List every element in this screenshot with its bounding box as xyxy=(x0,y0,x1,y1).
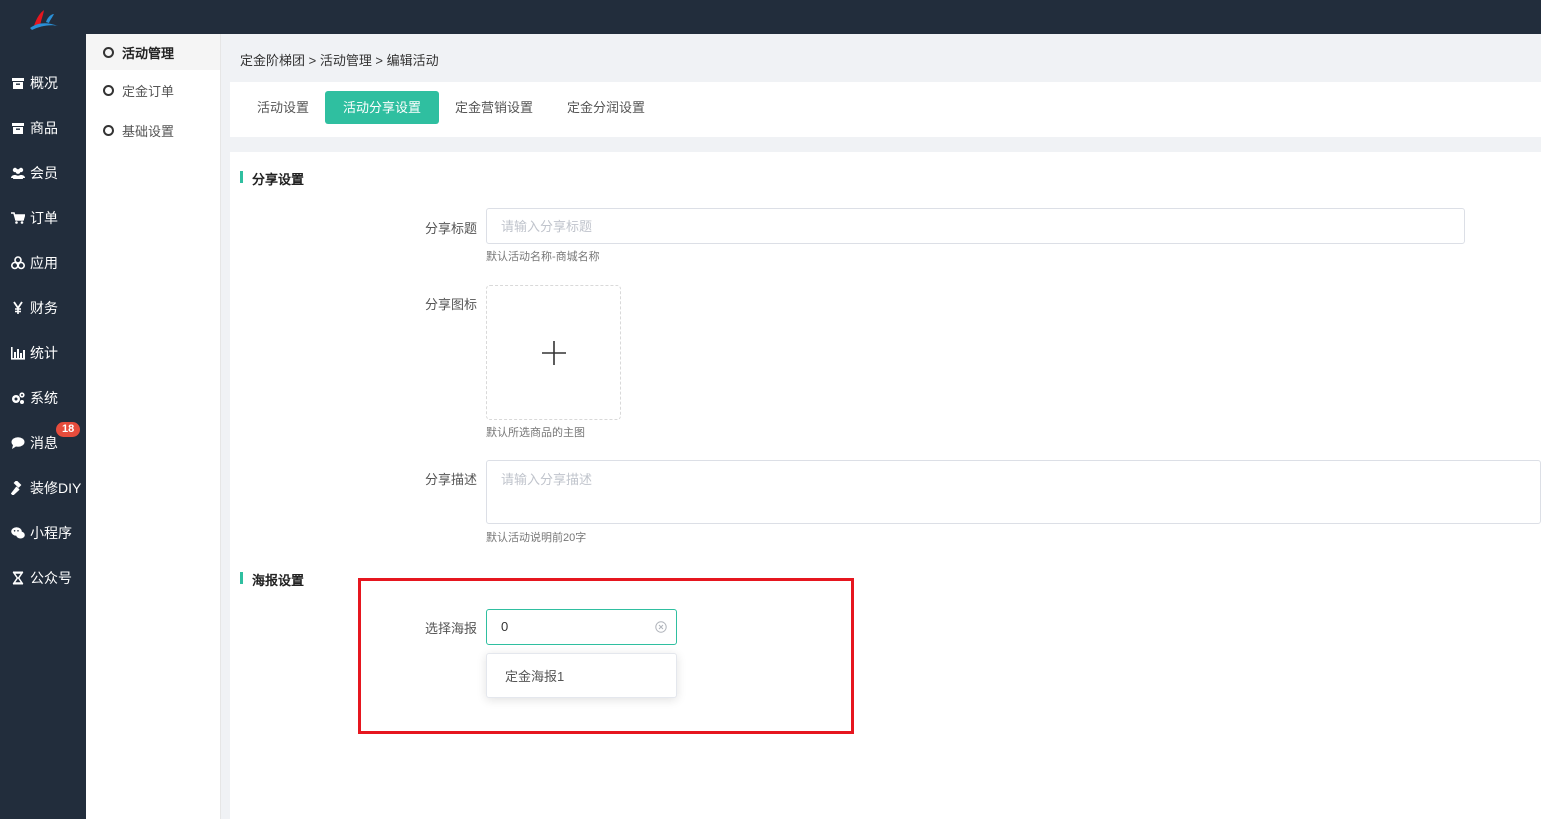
subnav-item-basic-settings[interactable]: 基础设置 xyxy=(86,110,220,150)
brand-logo[interactable] xyxy=(28,8,60,32)
share-icon-hint: 默认所选商品的主图 xyxy=(486,427,585,439)
share-description-label: 分享描述 xyxy=(424,472,477,487)
sidebar-item-label: 公众号 xyxy=(30,570,72,586)
poster-select-input[interactable]: 0 xyxy=(486,609,677,645)
tab-bar: 活动设置 活动分享设置 定金营销设置 定金分润设置 xyxy=(230,82,1541,137)
sidebar-item-label: 统计 xyxy=(30,345,58,361)
subnav-item-label: 定金订单 xyxy=(122,83,175,99)
share-icon-upload[interactable] xyxy=(486,285,621,420)
users-icon xyxy=(10,165,26,181)
sidebar-item-label: 会员 xyxy=(30,165,58,181)
sidebar-item-finance[interactable]: 财务 xyxy=(0,293,86,323)
sidebar-item-decoration[interactable]: 装修DIY xyxy=(0,473,86,503)
share-description-hint: 默认活动说明前20字 xyxy=(486,532,587,544)
sidebar-item-statistics[interactable]: 统计 xyxy=(0,338,86,368)
sidebar-item-label: 订单 xyxy=(30,210,58,226)
hourglass-icon xyxy=(10,570,26,586)
sidebar-item-members[interactable]: 会员 xyxy=(0,158,86,188)
breadcrumb: 定金阶梯团 > 活动管理 > 编辑活动 xyxy=(240,53,439,68)
gears-icon xyxy=(10,390,26,406)
gavel-icon xyxy=(10,480,26,496)
top-bar xyxy=(0,0,1541,34)
archive-icon xyxy=(10,120,26,136)
subnav-item-activity-management[interactable]: 活动管理 xyxy=(86,34,220,70)
sidebar-item-official-account[interactable]: 公众号 xyxy=(0,563,86,593)
sidebar-item-orders[interactable]: 订单 xyxy=(0,203,86,233)
circle-icon xyxy=(103,124,114,136)
chat-icon xyxy=(10,435,26,451)
share-description-textarea[interactable] xyxy=(486,460,1541,524)
sidebar-item-label: 应用 xyxy=(30,255,58,271)
poster-dropdown: 定金海报1 xyxy=(486,653,677,698)
tab-deposit-marketing-settings[interactable]: 定金营销设置 xyxy=(437,91,551,124)
main-sidebar: 概况 商品 会员 订单 应用 财务 统计 系统 消息 18 装修DIY 小程序 xyxy=(0,34,86,819)
subnav-item-label: 基础设置 xyxy=(122,123,175,139)
poster-section-title: 海报设置 xyxy=(240,570,304,589)
sidebar-item-miniprogram[interactable]: 小程序 xyxy=(0,518,86,548)
share-title-hint: 默认活动名称-商城名称 xyxy=(486,251,600,263)
share-title-label: 分享标题 xyxy=(424,221,477,236)
archive-icon xyxy=(10,75,26,91)
subnav-item-label: 活动管理 xyxy=(122,45,175,61)
tab-activity-settings[interactable]: 活动设置 xyxy=(239,91,327,124)
tab-activity-share-settings[interactable]: 活动分享设置 xyxy=(325,91,440,124)
sidebar-item-label: 财务 xyxy=(30,300,58,316)
sidebar-item-label: 概况 xyxy=(30,75,58,91)
sidebar-item-system[interactable]: 系统 xyxy=(0,383,86,413)
sidebar-item-messages[interactable]: 消息 18 xyxy=(0,422,86,458)
sidebar-item-label: 商品 xyxy=(30,120,58,136)
share-title-input[interactable] xyxy=(486,208,1465,244)
tab-deposit-commission-settings[interactable]: 定金分润设置 xyxy=(549,91,663,124)
sidebar-item-label: 消息 xyxy=(30,435,58,451)
plus-icon xyxy=(541,340,566,365)
sidebar-item-label: 系统 xyxy=(30,390,58,406)
clear-icon[interactable] xyxy=(655,621,667,633)
sub-navigation: 活动管理 定金订单 基础设置 xyxy=(86,34,221,819)
sidebar-item-apps[interactable]: 应用 xyxy=(0,248,86,278)
share-section-title: 分享设置 xyxy=(240,169,304,188)
circle-icon xyxy=(103,46,114,58)
circle-icon xyxy=(103,84,114,96)
wechat-icon xyxy=(10,525,26,541)
poster-select-value: 0 xyxy=(501,619,509,634)
sidebar-item-label: 装修DIY xyxy=(30,480,82,496)
bar-chart-icon xyxy=(10,345,26,361)
yen-icon xyxy=(10,300,26,316)
poster-select: 0 定金海报1 xyxy=(486,609,677,699)
poster-select-label: 选择海报 xyxy=(424,621,477,636)
poster-option[interactable]: 定金海报1 xyxy=(487,660,676,694)
sidebar-item-label: 小程序 xyxy=(30,525,72,541)
cart-icon xyxy=(10,210,26,226)
cubes-icon xyxy=(10,255,26,271)
subnav-item-deposit-orders[interactable]: 定金订单 xyxy=(86,70,220,110)
sidebar-item-goods[interactable]: 商品 xyxy=(0,113,86,143)
unread-badge: 18 xyxy=(56,422,81,437)
sidebar-item-overview[interactable]: 概况 xyxy=(0,68,86,98)
share-icon-label: 分享图标 xyxy=(424,297,477,312)
form-panel: 分享设置 分享标题 默认活动名称-商城名称 分享图标 默认所选商品的主图 分享描… xyxy=(230,152,1541,819)
